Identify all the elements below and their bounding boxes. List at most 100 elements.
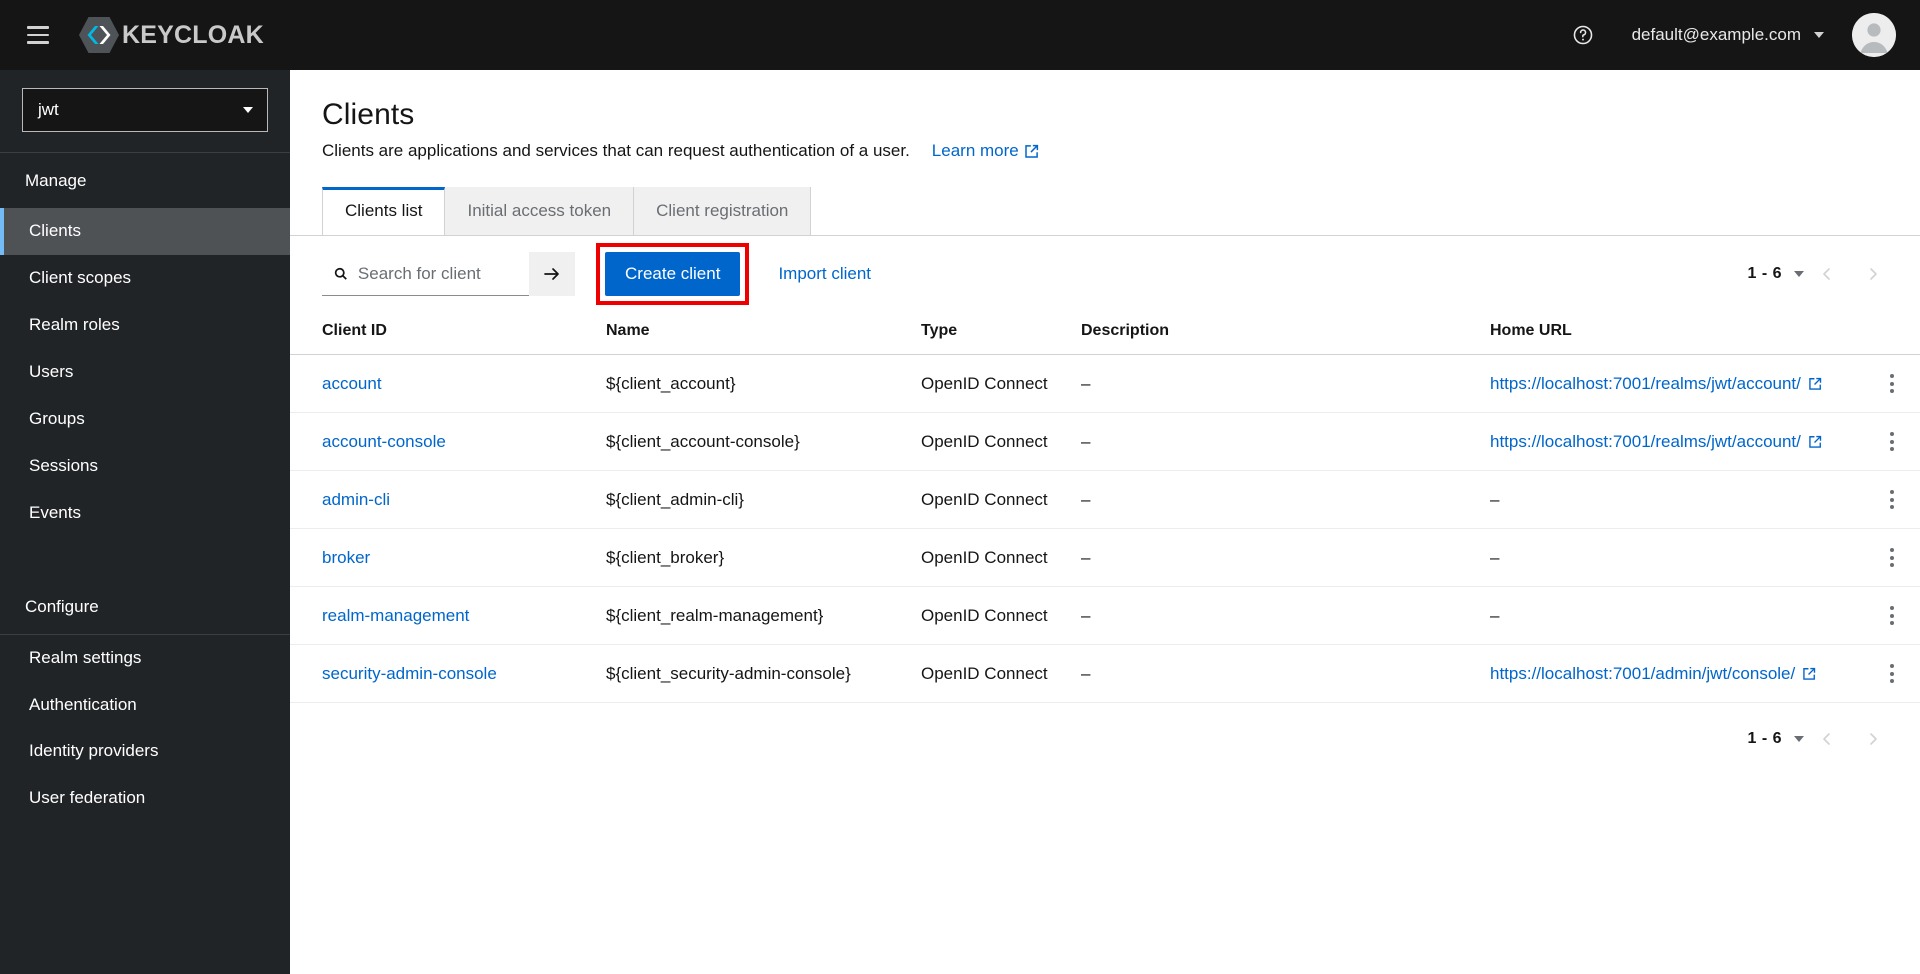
home-url-link[interactable]: https://localhost:7001/realms/jwt/accoun… bbox=[1490, 432, 1801, 452]
cell-description: – bbox=[1065, 529, 1474, 587]
page-description-row: Clients are applications and services th… bbox=[322, 141, 1888, 161]
client-id-link[interactable]: account-console bbox=[322, 432, 446, 451]
kebab-menu-icon[interactable] bbox=[1880, 602, 1904, 629]
kebab-menu-icon[interactable] bbox=[1880, 486, 1904, 513]
cell-name: ${client_admin-cli} bbox=[590, 471, 905, 529]
user-menu-toggle[interactable]: default@example.com bbox=[1606, 25, 1838, 45]
pagination-next-button[interactable] bbox=[1850, 252, 1896, 296]
home-url-link: – bbox=[1490, 490, 1499, 510]
kebab-menu-icon[interactable] bbox=[1880, 544, 1904, 571]
search-icon bbox=[334, 266, 348, 282]
pagination-range: 1 - 6 bbox=[1747, 730, 1782, 748]
cell-description: – bbox=[1065, 587, 1474, 645]
sidebar-item-users[interactable]: Users bbox=[0, 349, 290, 396]
home-url-wrap: https://localhost:7001/realms/jwt/accoun… bbox=[1490, 432, 1848, 452]
client-id-link[interactable]: realm-management bbox=[322, 606, 469, 625]
avatar[interactable] bbox=[1852, 13, 1896, 57]
external-link-icon bbox=[1025, 144, 1039, 158]
external-link-icon bbox=[1803, 667, 1816, 680]
home-url-link[interactable]: https://localhost:7001/admin/jwt/console… bbox=[1490, 664, 1795, 684]
nav-group-title-configure: Configure bbox=[0, 579, 290, 634]
pagination-prev-button[interactable] bbox=[1804, 252, 1850, 296]
cell-name: ${client_account} bbox=[590, 355, 905, 413]
cell-home-url: – bbox=[1474, 471, 1864, 529]
sidebar-item-groups[interactable]: Groups bbox=[0, 396, 290, 443]
client-id-link[interactable]: admin-cli bbox=[322, 490, 390, 509]
client-id-link[interactable]: security-admin-console bbox=[322, 664, 497, 683]
caret-down-icon[interactable] bbox=[1794, 736, 1804, 742]
pagination-bottom-wrap: 1 - 6 bbox=[290, 703, 1920, 761]
client-id-link[interactable]: broker bbox=[322, 548, 370, 567]
learn-more-link[interactable]: Learn more bbox=[932, 141, 1039, 161]
cell-description: – bbox=[1065, 413, 1474, 471]
table-header: Client ID Name Type Description Home URL bbox=[290, 310, 1920, 355]
pagination-next-button[interactable] bbox=[1850, 717, 1896, 761]
main-content: Clients Clients are applications and ser… bbox=[290, 70, 1920, 974]
sidebar-item-sessions[interactable]: Sessions bbox=[0, 443, 290, 490]
sidebar-item-identity-providers[interactable]: Identity providers bbox=[0, 728, 290, 775]
caret-down-icon bbox=[1814, 32, 1824, 38]
cell-name: ${client_broker} bbox=[590, 529, 905, 587]
cell-client-id: account-console bbox=[290, 413, 590, 471]
sidebar-item-user-federation[interactable]: User federation bbox=[0, 775, 290, 822]
cell-type: OpenID Connect bbox=[905, 413, 1065, 471]
external-link-icon bbox=[1809, 377, 1822, 390]
kebab-menu-icon[interactable] bbox=[1880, 370, 1904, 397]
sidebar-item-client-scopes[interactable]: Client scopes bbox=[0, 255, 290, 302]
sidebar-item-clients[interactable]: Clients bbox=[0, 208, 290, 255]
sidebar-item-realm-settings[interactable]: Realm settings bbox=[0, 635, 290, 682]
create-client-wrap: Create client bbox=[605, 252, 740, 296]
keycloak-logo[interactable]: KEYCLOAK bbox=[78, 16, 264, 54]
sidebar-item-realm-roles[interactable]: Realm roles bbox=[0, 302, 290, 349]
kebab-menu-icon[interactable] bbox=[1880, 660, 1904, 687]
client-id-link[interactable]: account bbox=[322, 374, 382, 393]
column-header-name: Name bbox=[590, 310, 905, 355]
cell-home-url: – bbox=[1474, 529, 1864, 587]
cell-type: OpenID Connect bbox=[905, 587, 1065, 645]
create-client-button[interactable]: Create client bbox=[605, 252, 740, 296]
table-header-row: Client ID Name Type Description Home URL bbox=[290, 310, 1920, 355]
cell-home-url: https://localhost:7001/realms/jwt/accoun… bbox=[1474, 413, 1864, 471]
cell-name: ${client_security-admin-console} bbox=[590, 645, 905, 703]
external-link-icon bbox=[1809, 435, 1822, 448]
help-circle-icon[interactable] bbox=[1560, 12, 1606, 58]
learn-more-label: Learn more bbox=[932, 141, 1019, 161]
hamburger-icon[interactable] bbox=[18, 15, 58, 55]
search-group bbox=[322, 252, 575, 296]
cell-home-url: https://localhost:7001/admin/jwt/console… bbox=[1474, 645, 1864, 703]
page-title: Clients bbox=[322, 98, 1888, 132]
cell-actions bbox=[1864, 413, 1920, 471]
cell-name: ${client_account-console} bbox=[590, 413, 905, 471]
cell-client-id: admin-cli bbox=[290, 471, 590, 529]
pagination-bottom: 1 - 6 bbox=[1747, 717, 1896, 761]
keycloak-mark-icon bbox=[78, 16, 120, 54]
search-submit-button[interactable] bbox=[529, 252, 575, 296]
cell-actions bbox=[1864, 471, 1920, 529]
tab-client-registration[interactable]: Client registration bbox=[634, 187, 811, 235]
sidebar-item-authentication[interactable]: Authentication bbox=[0, 682, 290, 729]
column-header-type: Type bbox=[905, 310, 1065, 355]
realm-selector[interactable]: jwt bbox=[22, 88, 268, 132]
cell-name: ${client_realm-management} bbox=[590, 587, 905, 645]
cell-actions bbox=[1864, 587, 1920, 645]
cell-description: – bbox=[1065, 645, 1474, 703]
user-avatar-icon bbox=[1852, 13, 1896, 57]
column-header-description: Description bbox=[1065, 310, 1474, 355]
kebab-menu-icon[interactable] bbox=[1880, 428, 1904, 455]
sidebar: jwt Manage Clients Client scopes Realm r… bbox=[0, 70, 290, 974]
search-input[interactable] bbox=[358, 264, 517, 284]
tab-clients-list[interactable]: Clients list bbox=[322, 187, 445, 235]
import-client-button[interactable]: Import client bbox=[778, 264, 871, 284]
realm-selector-wrap: jwt bbox=[0, 70, 290, 152]
table-row: account-console ${client_account-console}… bbox=[290, 413, 1920, 471]
home-url-link[interactable]: https://localhost:7001/realms/jwt/accoun… bbox=[1490, 374, 1801, 394]
sidebar-item-events[interactable]: Events bbox=[0, 490, 290, 537]
caret-down-icon[interactable] bbox=[1794, 271, 1804, 277]
column-header-home-url: Home URL bbox=[1474, 310, 1864, 355]
cell-actions bbox=[1864, 355, 1920, 413]
pagination-prev-button[interactable] bbox=[1804, 717, 1850, 761]
table-row: account${client_account}OpenID Connect–h… bbox=[290, 355, 1920, 413]
nav-spacer bbox=[0, 537, 290, 579]
masthead: KEYCLOAK default@example.com bbox=[0, 0, 1920, 70]
tab-initial-access-token[interactable]: Initial access token bbox=[445, 187, 634, 235]
